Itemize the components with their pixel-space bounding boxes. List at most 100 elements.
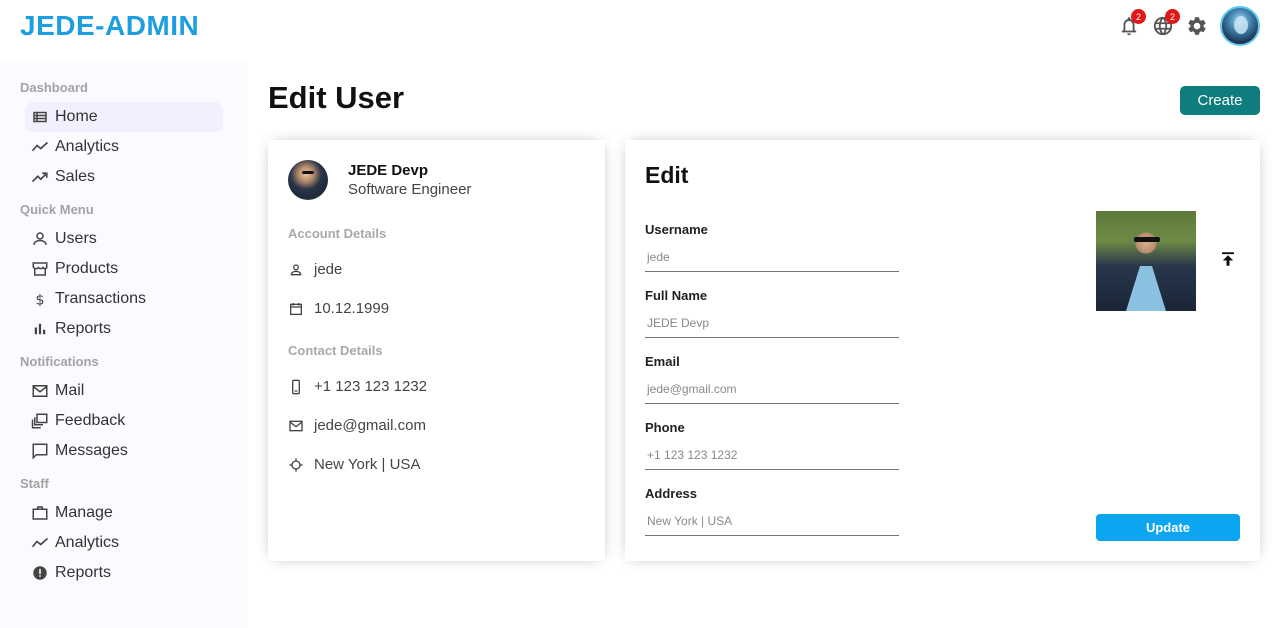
gear-icon [1188, 17, 1206, 35]
mail-icon [289, 420, 303, 431]
username-label: Username [645, 222, 708, 237]
language-badge: 2 [1165, 9, 1180, 24]
sidebar-item-label: Mail [55, 382, 85, 399]
sidebar-item-label: Feedback [55, 412, 126, 429]
notifications-button[interactable]: 2 [1118, 9, 1146, 37]
user-full-name: JEDE Devp [348, 162, 429, 179]
phone-field-group: Phone [645, 420, 899, 470]
sidebar-item-label: Home [55, 108, 98, 125]
calendar-icon [290, 302, 302, 315]
report-icon [31, 564, 49, 582]
sidebar-item-manage[interactable]: Manage [25, 498, 223, 528]
language-button[interactable]: 2 [1152, 9, 1180, 37]
app-logo[interactable]: JEDE-ADMIN [20, 10, 199, 42]
chat-icon [31, 442, 49, 460]
sidebar-item-products[interactable]: Products [25, 254, 223, 284]
topbar: JEDE-ADMIN 2 2 [0, 0, 1280, 56]
address-label: Address [645, 486, 698, 501]
notifications-badge: 2 [1131, 9, 1146, 24]
timeline-icon [31, 138, 49, 156]
sidebar-item-label: Reports [55, 564, 112, 581]
address-value: New York | USA [314, 456, 421, 473]
sidebar: Dashboard Home Analytics Sales Quick Men… [0, 60, 248, 628]
info-address: New York | USA [288, 456, 585, 473]
sidebar-item-label: Users [55, 230, 97, 247]
username-value: jede [314, 261, 343, 278]
username-field-group: Username [645, 222, 899, 272]
home-table-icon [31, 108, 49, 126]
sidebar-item-analytics[interactable]: Analytics [25, 132, 223, 162]
mail-icon [31, 382, 49, 400]
sidebar-section-notifications: Notifications Mail Feedback Messages [0, 354, 248, 466]
user-avatar [288, 160, 328, 200]
sidebar-section-title: Staff [20, 476, 49, 491]
user-edit-card: Edit Username Full Name Email Phone Addr… [625, 140, 1260, 561]
sidebar-item-label: Reports [55, 320, 112, 337]
user-show-header: JEDE Devp Software Engineer [288, 160, 585, 200]
person-icon [290, 263, 302, 275]
sidebar-item-sales[interactable]: Sales [25, 162, 223, 192]
timeline-icon [31, 534, 49, 552]
sidebar-item-reports[interactable]: Reports [25, 314, 223, 344]
email-label: Email [645, 354, 680, 369]
phone-icon [292, 379, 300, 394]
update-button[interactable]: Update [1096, 514, 1240, 541]
account-details-title: Account Details [288, 226, 387, 241]
sidebar-item-mail[interactable]: Mail [25, 376, 223, 406]
sidebar-section-title: Notifications [20, 354, 99, 369]
sidebar-section-title: Quick Menu [20, 202, 94, 217]
profile-avatar[interactable] [1220, 6, 1260, 46]
sidebar-item-label: Messages [55, 442, 128, 459]
sidebar-section-dashboard: Dashboard Home Analytics Sales [0, 80, 248, 192]
fullname-input[interactable] [645, 308, 899, 338]
phone-label: Phone [645, 420, 685, 435]
sidebar-section-title: Dashboard [20, 80, 88, 95]
phone-input[interactable] [645, 440, 899, 470]
sidebar-item-staff-analytics[interactable]: Analytics [25, 528, 223, 558]
user-upload-image [1096, 211, 1196, 311]
sidebar-item-label: Sales [55, 168, 96, 185]
fullname-label: Full Name [645, 288, 708, 303]
sidebar-item-messages[interactable]: Messages [25, 436, 223, 466]
info-birthday: 10.12.1999 [288, 300, 585, 317]
sidebar-item-transactions[interactable]: $ Transactions [25, 284, 223, 314]
info-email: jede@gmail.com [288, 417, 585, 434]
contact-details-title: Contact Details [288, 343, 383, 358]
location-searching-icon [289, 457, 303, 472]
email-input[interactable] [645, 374, 899, 404]
sidebar-item-users[interactable]: Users [25, 224, 223, 254]
briefcase-icon [31, 504, 49, 522]
sidebar-item-label: Products [55, 260, 119, 277]
edit-title: Edit [645, 162, 689, 188]
sidebar-item-home[interactable]: Home [25, 102, 223, 132]
sidebar-item-label: Manage [55, 504, 113, 521]
email-field-group: Email [645, 354, 899, 404]
user-show-card: JEDE Devp Software Engineer Account Deta… [268, 140, 605, 561]
bar-chart-icon [31, 320, 49, 338]
user-show-header-text: JEDE Devp Software Engineer [348, 162, 471, 198]
storefront-icon [31, 260, 49, 278]
phone-value: +1 123 123 1232 [314, 378, 428, 395]
info-phone: +1 123 123 1232 [288, 378, 585, 395]
info-username: jede [288, 261, 585, 278]
birthday-value: 10.12.1999 [314, 300, 390, 317]
username-input[interactable] [645, 242, 899, 272]
topbar-actions: 2 2 [1118, 6, 1260, 46]
sidebar-item-label: Analytics [55, 138, 120, 155]
sidebar-item-label: Transactions [55, 290, 146, 307]
dollar-icon: $ [31, 290, 49, 308]
sidebar-section-staff: Staff Manage Analytics Reports [0, 476, 248, 588]
email-value: jede@gmail.com [314, 417, 426, 434]
page-title: Edit User [268, 80, 405, 115]
sidebar-item-feedback[interactable]: Feedback [25, 406, 223, 436]
sidebar-item-staff-reports[interactable]: Reports [25, 558, 223, 588]
svg-text:$: $ [35, 292, 44, 308]
fullname-field-group: Full Name [645, 288, 899, 338]
feedback-icon [31, 412, 49, 430]
settings-button[interactable] [1186, 15, 1208, 37]
sidebar-section-quick-menu: Quick Menu Users Products $ Transactions… [0, 202, 248, 344]
publish-upload-icon[interactable] [1219, 250, 1237, 268]
create-button[interactable]: Create [1180, 86, 1260, 115]
address-input[interactable] [645, 506, 899, 536]
person-icon [31, 230, 49, 248]
